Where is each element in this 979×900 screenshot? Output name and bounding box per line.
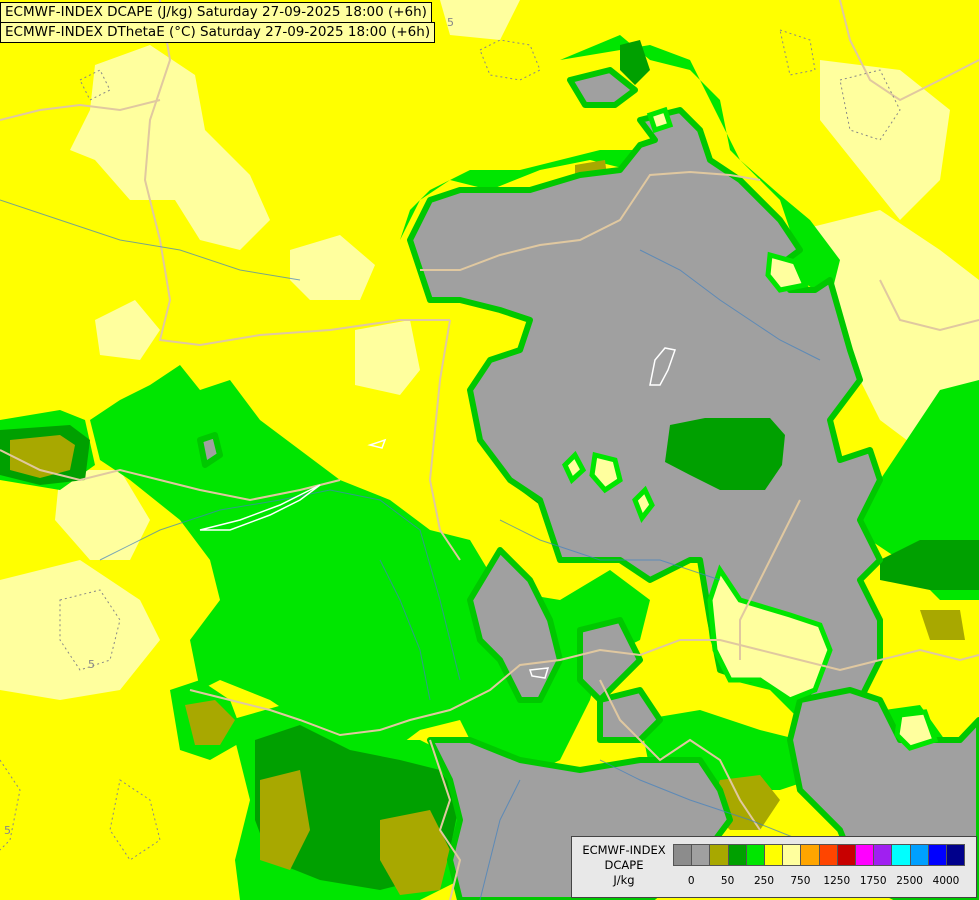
legend-tick-label: 1750 xyxy=(859,875,887,887)
legend-swatch xyxy=(855,844,875,866)
legend-tick-label: 750 xyxy=(790,875,811,887)
legend-tick-label: 0 xyxy=(687,875,695,887)
legend-tick-label: 50 xyxy=(720,875,735,887)
legend-swatch xyxy=(673,844,693,866)
legend-title: ECMWF-INDEX DCAPE J/kg xyxy=(576,843,672,888)
legend-swatch xyxy=(873,844,893,866)
contour-label: 5 xyxy=(4,824,11,837)
legend-swatch xyxy=(909,844,929,866)
legend-swatch xyxy=(709,844,729,866)
legend-swatch xyxy=(946,844,966,866)
legend-swatch xyxy=(764,844,784,866)
legend-units: J/kg xyxy=(613,873,635,887)
legend-tick-label: 2500 xyxy=(896,875,923,887)
legend-tick-label: 250 xyxy=(753,875,775,887)
contour-label: 5 xyxy=(447,16,454,29)
legend-swatch xyxy=(782,844,802,866)
map-title-dthetae: ECMWF-INDEX DThetaE (°C) Saturday 27-09-… xyxy=(0,22,436,43)
contour-label: 5 xyxy=(88,658,95,671)
map-title-dcape: ECMWF-INDEX DCAPE (J/kg) Saturday 27-09-… xyxy=(0,2,432,23)
legend-swatch xyxy=(745,844,765,866)
legend-swatch xyxy=(691,844,711,866)
legend-swatch xyxy=(836,844,856,866)
legend-swatch xyxy=(727,844,747,866)
color-legend: ECMWF-INDEX DCAPE J/kg 0 50 250 750 1250 1750… xyxy=(571,836,977,898)
legend-swatch xyxy=(891,844,911,866)
legend-title-line1: ECMWF-INDEX xyxy=(582,843,666,857)
legend-tick-label: 4000 xyxy=(932,875,960,887)
legend-tick-label: 1250 xyxy=(823,875,851,887)
legend-swatch xyxy=(818,844,838,866)
legend-swatch xyxy=(800,844,820,866)
legend-swatch xyxy=(927,844,947,866)
dcape-map: 5 5 5 xyxy=(0,0,979,900)
legend-title-line2: DCAPE xyxy=(604,858,644,872)
